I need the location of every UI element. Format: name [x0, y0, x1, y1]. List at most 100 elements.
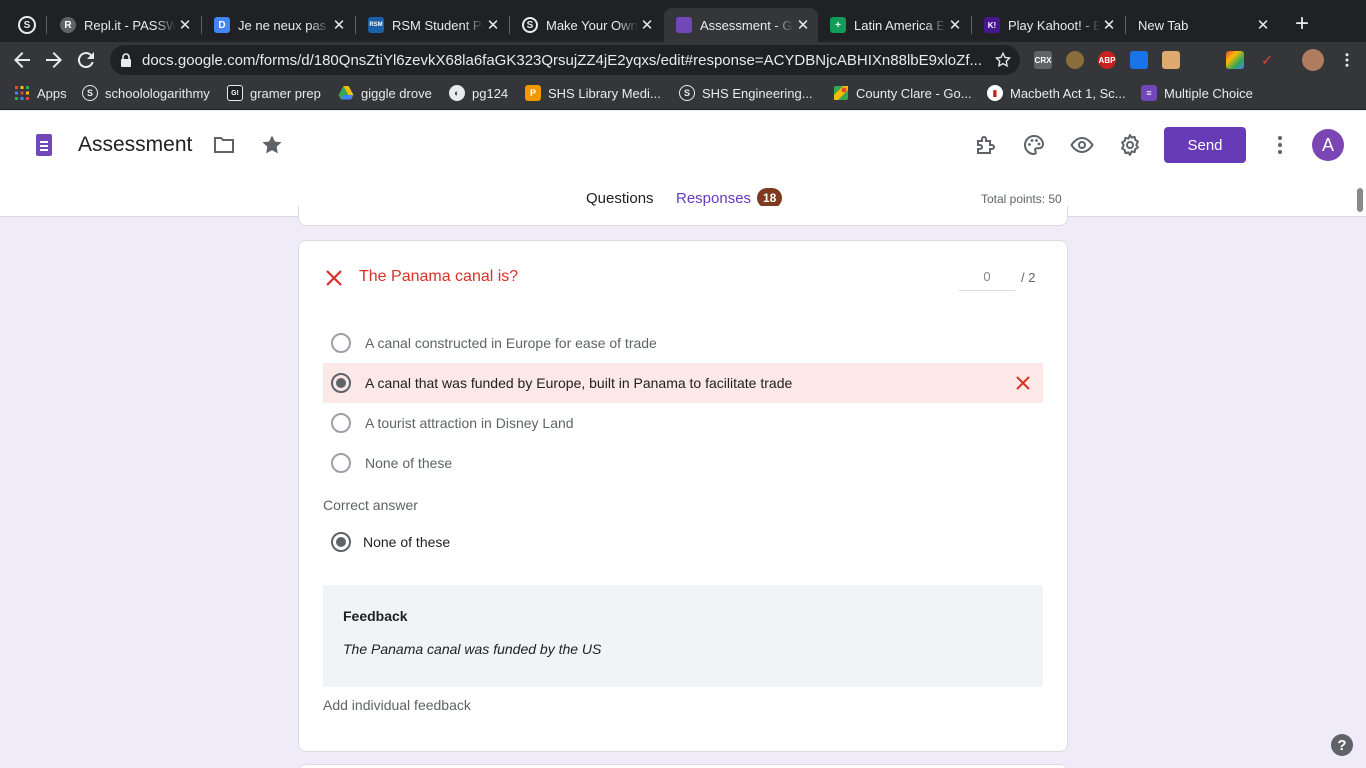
tab-assessment[interactable]: Assessment - Google Forms ✕ [664, 8, 818, 42]
question-card: The Panama canal is? 0 / 2 A canal const… [298, 240, 1068, 752]
feedback-box: Feedback The Panama canal was funded by … [323, 585, 1043, 687]
schoology-icon: S [679, 85, 695, 101]
schoology-favicon-icon: S [522, 17, 538, 33]
new-tab-icon[interactable]: + [1290, 12, 1314, 37]
scrollbar-thumb[interactable] [1357, 188, 1363, 212]
bookmark-shs-library[interactable]: P SHS Library Medi... [525, 85, 661, 101]
maps-icon [834, 86, 848, 100]
help-icon[interactable]: ? [1331, 734, 1353, 756]
browser-menu-icon[interactable] [1338, 51, 1356, 69]
tab-kahoot[interactable]: K! Play Kahoot! - Enter ✕ [972, 8, 1124, 42]
bookmark-label: SHS Engineering... [702, 85, 813, 101]
replit-favicon-icon: R [60, 17, 76, 33]
addons-puzzle-icon[interactable] [974, 133, 998, 157]
tab-label: Je ne neux pas faire [238, 17, 330, 33]
tab-close-icon[interactable]: ✕ [484, 16, 502, 34]
answer-option: None of these [323, 443, 1043, 483]
bookmark-macbeth[interactable]: ▮ Macbeth Act 1, Sc... [987, 85, 1126, 101]
checkmark-extension-icon[interactable] [1130, 51, 1148, 69]
folder-icon[interactable] [212, 133, 236, 157]
tab-label: Repl.it - PASSWORD [84, 17, 176, 33]
palette-icon[interactable] [1022, 133, 1046, 157]
url-text: docs.google.com/forms/d/180QnsZtiYl6zevk… [142, 52, 982, 69]
tab-close-icon[interactable]: ✕ [946, 16, 964, 34]
preview-eye-icon[interactable] [1070, 133, 1094, 157]
settings-gear-icon[interactable] [1118, 133, 1142, 157]
face-extension-icon[interactable] [1162, 51, 1180, 69]
bookmark-shs-engineering[interactable]: S SHS Engineering... [679, 85, 813, 101]
bookmark-label: Macbeth Act 1, Sc... [1010, 85, 1126, 101]
account-avatar[interactable]: A [1312, 129, 1344, 161]
tab-new-tab[interactable]: New Tab ✕ [1126, 8, 1278, 42]
next-question-card [298, 764, 1068, 768]
grammar-icon: G! [227, 85, 243, 101]
bookmark-label: giggle drove [361, 85, 432, 101]
responses-count-badge: 18 [757, 188, 783, 208]
score-input[interactable]: 0 [959, 269, 1015, 291]
bookmark-label: SHS Library Medi... [548, 85, 661, 101]
tab-latin-america[interactable]: + Latin America Exam ✕ [818, 8, 970, 42]
chart-icon: ▮ [987, 85, 1003, 101]
star-icon[interactable] [260, 133, 284, 157]
incorrect-x-icon [326, 270, 342, 286]
bookmark-label: pg124 [472, 85, 509, 101]
add-individual-feedback-link[interactable]: Add individual feedback [323, 697, 471, 713]
forms-logo-icon [36, 134, 52, 156]
tab-close-icon[interactable]: ✕ [1254, 16, 1272, 34]
browser-tabstrip: S R Repl.it - PASSWORD ✕ D Je ne neux pa… [0, 0, 1366, 42]
tab-close-icon[interactable]: ✕ [1100, 16, 1118, 34]
bookmark-apps[interactable]: Apps [14, 85, 67, 101]
bookmark-schoolology[interactable]: S schoolologarithmy [82, 85, 210, 101]
total-points: Total points: 50 [981, 192, 1062, 206]
bookmark-label: schoolologarithmy [105, 85, 210, 101]
reload-icon[interactable] [74, 48, 98, 72]
schoology-favicon-icon: S [18, 16, 36, 34]
tab-responses[interactable]: Responses [676, 190, 751, 207]
more-options-icon[interactable] [1268, 133, 1292, 157]
tab-label: Latin America Exam [854, 17, 946, 33]
tab-close-icon[interactable]: ✕ [176, 16, 194, 34]
lock-icon [121, 53, 131, 67]
answer-option-selected-wrong: A canal that was funded by Europe, built… [323, 363, 1043, 403]
forward-arrow-icon[interactable] [42, 48, 66, 72]
correct-answer-label: None of these [363, 534, 451, 550]
option-label: A canal that was funded by Europe, built… [365, 375, 793, 391]
send-button[interactable]: Send [1164, 127, 1246, 163]
library-icon: P [525, 85, 541, 101]
answer-option: A canal constructed in Europe for ease o… [323, 323, 1043, 363]
bookmarks-bar: Apps S schoolologarithmy G! gramer prep … [0, 78, 1366, 110]
tab-pinned[interactable]: S [8, 8, 46, 42]
option-label: A tourist attraction in Disney Land [365, 415, 574, 431]
bookmark-star-icon[interactable] [994, 51, 1012, 69]
forms-favicon-icon [676, 17, 692, 33]
correct-answer-heading: Correct answer [323, 497, 418, 513]
sheets-favicon-icon: + [830, 17, 846, 33]
owl-extension-icon[interactable] [1066, 51, 1084, 69]
tab-rsm[interactable]: RSM RSM Student Portal ✕ [356, 8, 508, 42]
bookmark-giggle-drove[interactable]: giggle drove [338, 85, 432, 101]
tab-close-icon[interactable]: ✕ [638, 16, 656, 34]
pen-extension-icon[interactable]: ✓ [1258, 51, 1276, 69]
bookmark-multiple-choice[interactable]: ≡ Multiple Choice [1141, 85, 1253, 101]
radio-button [331, 333, 351, 353]
tab-questions[interactable]: Questions [586, 190, 654, 207]
bookmark-pg124[interactable]: ◐ pg124 [449, 85, 508, 101]
tab-make-your-own[interactable]: S Make Your Own ✕ [510, 8, 662, 42]
tab-close-icon[interactable]: ✕ [794, 16, 812, 34]
adblock-extension-icon[interactable]: ABP [1098, 51, 1116, 69]
extension-icon[interactable] [1194, 51, 1212, 69]
crx-extension-icon[interactable]: CRX [1034, 51, 1052, 69]
tab-close-icon[interactable]: ✕ [330, 16, 348, 34]
color-extension-icon[interactable] [1226, 51, 1244, 69]
bookmark-gramer-prep[interactable]: G! gramer prep [227, 85, 321, 101]
bookmark-county-clare[interactable]: County Clare - Go... [833, 85, 972, 101]
back-arrow-icon[interactable] [10, 48, 34, 72]
address-bar[interactable]: docs.google.com/forms/d/180QnsZtiYl6zevk… [110, 45, 1020, 75]
forms-header: Assessment Send A Questions Responses 18… [0, 111, 1366, 217]
docs-favicon-icon: D [214, 17, 230, 33]
profile-avatar-icon[interactable] [1302, 49, 1324, 71]
bookmark-label: Apps [37, 85, 67, 101]
tab-docs[interactable]: D Je ne neux pas faire ✕ [202, 8, 354, 42]
tab-replit[interactable]: R Repl.it - PASSWORD ✕ [48, 8, 200, 42]
form-title[interactable]: Assessment [78, 133, 192, 157]
